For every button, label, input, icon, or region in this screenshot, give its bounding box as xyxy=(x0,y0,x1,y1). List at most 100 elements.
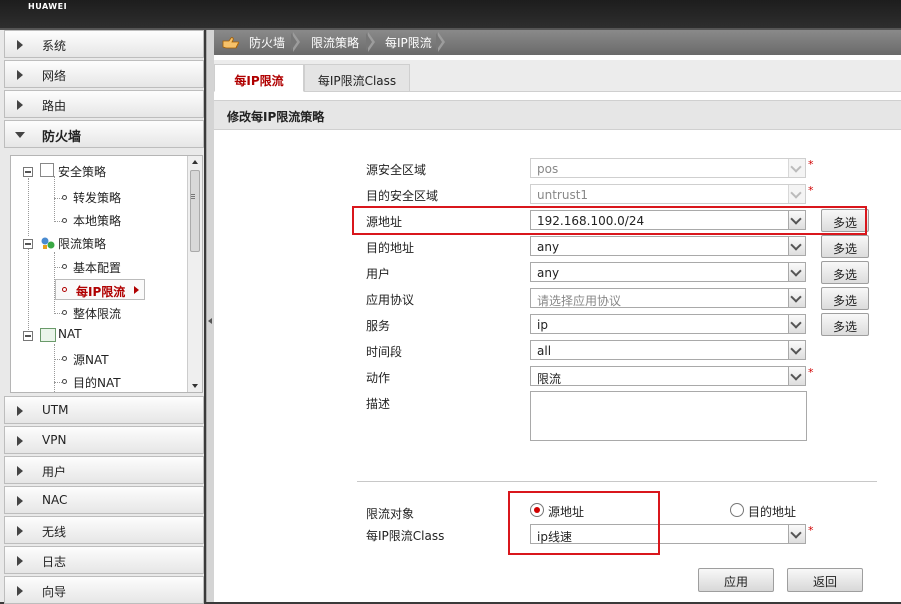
tree-node-nat[interactable]: NAT xyxy=(58,327,82,341)
tree-node-dest-nat[interactable]: 目的NAT xyxy=(73,374,121,391)
src-zone-value: pos xyxy=(537,162,559,176)
chevron-down-icon[interactable] xyxy=(788,315,805,333)
tree-line xyxy=(54,198,62,199)
time-range-select[interactable]: all xyxy=(530,340,806,360)
tree-scrollbar[interactable] xyxy=(187,156,202,392)
tree-node-security-policy[interactable]: 安全策略 xyxy=(58,163,106,180)
scroll-thumb[interactable] xyxy=(190,170,200,252)
nav-item-firewall[interactable]: 防火墙 xyxy=(4,120,204,148)
dst-addr-multi-select-button[interactable]: 多选 xyxy=(821,235,869,258)
time-range-value: all xyxy=(537,344,552,358)
nav-item-log[interactable]: 日志 xyxy=(4,546,204,574)
nav-item-nac[interactable]: NAC xyxy=(4,486,204,514)
back-button[interactable]: 返回 xyxy=(787,568,863,592)
tree-node-overall-limit[interactable]: 整体限流 xyxy=(73,305,121,322)
tree-line xyxy=(54,382,62,383)
tree-line xyxy=(54,344,55,392)
src-addr-highlight xyxy=(352,206,867,235)
tab-per-ip-limit-class[interactable]: 每IP限流Class xyxy=(304,64,410,92)
tree-line xyxy=(54,359,62,360)
tab-label: 每IP限流 xyxy=(234,74,284,88)
tree-node-local-policy[interactable]: 本地策略 xyxy=(73,212,121,229)
chevron-down-icon[interactable] xyxy=(788,367,805,385)
class-label: 每IP限流Class xyxy=(366,529,445,543)
limit-target-dst-label[interactable]: 目的地址 xyxy=(748,503,796,520)
breadcrumb-item-rate-limit[interactable]: 限流策略 xyxy=(311,34,359,51)
description-textarea[interactable] xyxy=(530,391,807,441)
chevron-down-icon[interactable] xyxy=(788,263,805,281)
user-multi-select-button[interactable]: 多选 xyxy=(821,261,869,284)
bullet-icon xyxy=(62,195,67,200)
rate-limit-icon xyxy=(40,236,56,250)
apply-button[interactable]: 应用 xyxy=(698,568,774,592)
chevron-right-icon xyxy=(17,100,23,110)
scroll-up-icon[interactable] xyxy=(192,160,198,164)
chevron-down-icon[interactable] xyxy=(788,289,805,307)
tree-node-forward-policy[interactable]: 转发策略 xyxy=(73,189,121,206)
button-label: 多选 xyxy=(832,320,857,334)
document-icon xyxy=(40,163,54,177)
nav-item-label: 路由 xyxy=(42,99,67,113)
tree-node-source-nat[interactable]: 源NAT xyxy=(73,351,109,368)
nav-item-utm[interactable]: UTM xyxy=(4,396,204,424)
chevron-down-icon[interactable] xyxy=(788,237,805,255)
limit-target-dst-radio[interactable] xyxy=(730,503,744,517)
nav-item-routing[interactable]: 路由 xyxy=(4,90,204,118)
panel-splitter[interactable] xyxy=(206,30,214,602)
nav-item-user[interactable]: 用户 xyxy=(4,456,204,484)
dst-addr-select[interactable]: any xyxy=(530,236,806,256)
service-select[interactable]: ip xyxy=(530,314,806,334)
dst-zone-select: untrust1 xyxy=(530,184,806,204)
action-label: 动作 xyxy=(366,371,391,385)
button-label: 多选 xyxy=(832,242,857,256)
service-multi-select-button[interactable]: 多选 xyxy=(821,313,869,336)
chevron-right-icon xyxy=(17,586,23,596)
app-protocol-multi-select-button[interactable]: 多选 xyxy=(821,287,869,310)
hand-pointer-icon xyxy=(222,37,240,49)
left-nav: 系统 网络 路由 防火墙 安全策略 转发策略 本地策略 限流策略 基本配置 整体… xyxy=(0,30,206,604)
breadcrumb-item-firewall[interactable]: 防火墙 xyxy=(249,34,285,51)
chevron-right-icon xyxy=(17,40,23,50)
time-range-label: 时间段 xyxy=(366,345,403,359)
section-divider xyxy=(357,481,877,482)
tree-line xyxy=(54,267,62,268)
user-select[interactable]: any xyxy=(530,262,806,282)
tree-node-basic-config[interactable]: 基本配置 xyxy=(73,259,121,276)
collapse-icon[interactable] xyxy=(23,167,33,177)
tree-node-per-ip-limit[interactable]: 每IP限流 xyxy=(55,279,145,300)
required-mark: * xyxy=(808,366,814,379)
chevron-right-icon xyxy=(17,526,23,536)
collapse-arrow-icon[interactable] xyxy=(208,318,212,324)
breadcrumb-item-per-ip: 每IP限流 xyxy=(385,36,432,50)
firewall-tree: 安全策略 转发策略 本地策略 限流策略 基本配置 整体限流 NAT 源NAT 目… xyxy=(10,155,203,393)
src-zone-select: pos xyxy=(530,158,806,178)
chevron-down-icon[interactable] xyxy=(788,341,805,359)
limit-target-highlight xyxy=(508,491,660,555)
action-select[interactable]: 限流 xyxy=(530,366,806,386)
service-value: ip xyxy=(537,318,548,332)
required-mark: * xyxy=(808,158,814,171)
chevron-down-icon xyxy=(788,185,805,203)
chevron-right-icon xyxy=(17,406,23,416)
collapse-icon[interactable] xyxy=(23,331,33,341)
scroll-down-icon[interactable] xyxy=(192,384,198,388)
tree-node-rate-limit-policy[interactable]: 限流策略 xyxy=(58,235,106,252)
breadcrumb: 防火墙 限流策略 每IP限流 xyxy=(214,30,901,55)
chevron-right-icon xyxy=(17,436,23,446)
nav-item-system[interactable]: 系统 xyxy=(4,30,204,58)
app-protocol-select[interactable]: 请选择应用协议 xyxy=(530,288,806,308)
collapse-icon[interactable] xyxy=(23,239,33,249)
dst-zone-value: untrust1 xyxy=(537,188,589,202)
chevron-down-icon xyxy=(15,132,25,138)
tab-per-ip-limit[interactable]: 每IP限流 xyxy=(214,64,304,92)
nav-item-wizard[interactable]: 向导 xyxy=(4,576,204,604)
bullet-icon xyxy=(62,287,67,292)
nav-item-network[interactable]: 网络 xyxy=(4,60,204,88)
nav-item-vpn[interactable]: VPN xyxy=(4,426,204,454)
section-title: 修改每IP限流策略 xyxy=(227,110,325,124)
chevron-right-icon xyxy=(17,496,23,506)
button-label: 多选 xyxy=(832,294,857,308)
nav-item-wireless[interactable]: 无线 xyxy=(4,516,204,544)
user-value: any xyxy=(537,266,560,280)
chevron-down-icon[interactable] xyxy=(788,525,805,543)
